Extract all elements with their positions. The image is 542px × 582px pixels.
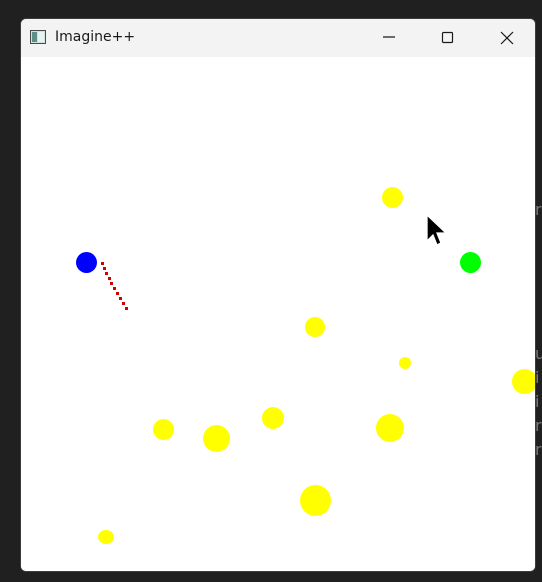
yellow-obstacle (300, 485, 331, 516)
trail-dot (108, 277, 111, 280)
yellow-obstacle (98, 530, 114, 544)
maximize-button[interactable] (424, 19, 472, 57)
minimize-button[interactable] (365, 19, 413, 57)
close-icon (500, 31, 514, 45)
close-button[interactable] (483, 19, 531, 57)
trail-dot (116, 292, 119, 295)
yellow-obstacle (382, 187, 403, 208)
trail-dot (113, 287, 116, 290)
mouse-cursor-icon (426, 214, 448, 246)
trail-dot (125, 307, 128, 310)
trail-dot (103, 267, 106, 270)
trail-dot (110, 282, 113, 285)
yellow-obstacle (153, 419, 174, 440)
maximize-icon (441, 31, 454, 44)
trail-dot (105, 272, 108, 275)
app-window: Imagine++ (20, 18, 536, 572)
yellow-obstacle (512, 369, 535, 394)
window-title: Imagine++ (55, 29, 136, 45)
game-canvas[interactable] (21, 57, 535, 571)
goal-ball (460, 252, 481, 273)
trail-dot (122, 302, 125, 305)
yellow-obstacle (305, 317, 325, 337)
minimize-icon (383, 36, 395, 38)
yellow-obstacle (203, 425, 230, 452)
trail-dot (119, 297, 122, 300)
player-ball (76, 252, 97, 273)
app-window-icon (30, 30, 46, 44)
yellow-obstacle (399, 357, 411, 369)
background-text-2: u (535, 344, 542, 363)
title-bar[interactable]: Imagine++ (21, 19, 535, 58)
yellow-obstacle (376, 414, 404, 442)
yellow-obstacle (262, 407, 284, 429)
trail-dot (101, 262, 104, 265)
